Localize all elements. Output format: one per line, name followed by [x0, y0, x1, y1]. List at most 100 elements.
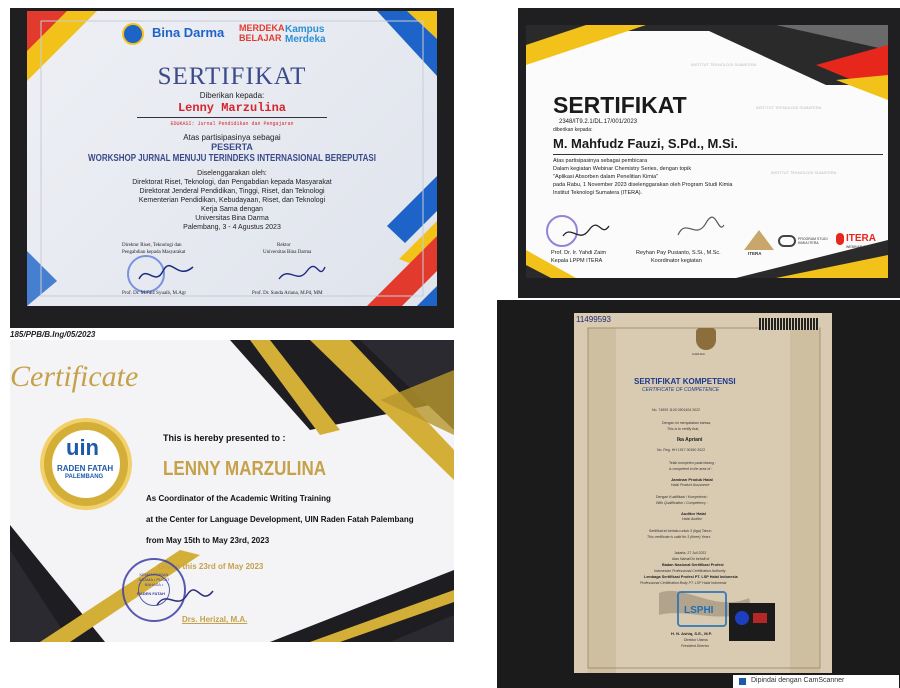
lsp-line: Lembaga Sertifikasi Profesi PT. LSP Hala…	[644, 575, 738, 579]
declare-line: Dengan ini menyatakan bahwa,	[662, 421, 712, 425]
signer-right-title: Universitas Bina Darma	[263, 250, 312, 255]
competent-line: is competent in the area of :	[669, 467, 713, 471]
certificate-kompetensi: 11499593 GARUDA SERTIFIKAT KOMPETENSI CE…	[497, 300, 900, 688]
certificate-paper: Bina Darma MERDEKA BELAJAR Kampus Merdek…	[27, 11, 437, 306]
certificate-title: Certificate	[10, 360, 139, 393]
validity-line: Sertifikat ini berlaku untuk 3 (tiga) Ta…	[649, 529, 712, 533]
cooperation-label: Kerja Sama dengan	[201, 206, 263, 213]
organizer-line: Direktorat Jenderal Pendidikan, Tinggi, …	[139, 188, 325, 195]
certificate-paper: INSTITUT TEKNOLOGI SUMATERA INSTITUT TEK…	[526, 25, 888, 278]
camscanner-icon	[739, 678, 746, 685]
qualification-label: Dengan Kualifikasi / Kompetensi :	[656, 495, 709, 499]
organizer-line: Direktorat Riset, Teknologi, dan Pengabd…	[132, 179, 332, 186]
event-title: WORKSHOP JURNAL MENUJU TERINDEKS INTERNA…	[88, 153, 376, 164]
lsp-line: Professional Certification Body PT. LSP …	[640, 581, 727, 585]
validity-line: This certificate is valid for 3 (three) …	[647, 535, 711, 539]
given-to-label: diberikan kepada:	[553, 127, 593, 133]
presented-label: This is hereby presented to :	[163, 433, 286, 443]
signature-icon	[156, 589, 214, 606]
signer-left-name: Prof. Dr. Ir. Yahdi Zaim	[551, 250, 607, 256]
signer-role: President Director	[681, 644, 710, 648]
signer-right-name: Prof. Dr. Sunda Ariana, M.Pd, MM	[252, 291, 323, 296]
garuda-emblem-icon	[696, 328, 716, 350]
qualification-value: Halal Auditor	[682, 517, 702, 521]
certificate-paper: 11499593 GARUDA SERTIFIKAT KOMPETENSI CE…	[574, 313, 832, 673]
bnsp-line: Badan Nasional Sertifikasi Profesi	[662, 563, 724, 567]
journal-label: EDUKASI: Jurnal Pendidikan dan Pengajara…	[170, 121, 294, 127]
body-line: Dalam kegiatan Webinar Chemistry Series,…	[553, 166, 692, 172]
watermark-text: INSTITUT TEKNOLOGI SUMATERA	[771, 170, 837, 175]
scanner-label: Dipindai dengan CamScanner	[751, 677, 845, 684]
signer-name: H. N. Ashiq, S.E., M.P.	[671, 631, 712, 636]
recipient-name: LENNY MARZULINA	[163, 458, 327, 480]
declare-line: This is to certify that,	[667, 427, 700, 431]
competent-line: Telah kompeten pada bidang :	[669, 461, 716, 465]
bnsp-line: Indonesian Professional Certification Au…	[654, 569, 726, 573]
area-line: Halal Product Assurance	[671, 483, 710, 487]
itera-webinar-logo: ITERA	[846, 233, 876, 244]
recipient-name: Ika Apriani	[677, 437, 703, 443]
certificate-title: SERTIFIKAT	[553, 92, 687, 118]
signer-left-role: Kepala LPPM ITERA	[551, 258, 603, 264]
serial-number: 11499593	[576, 315, 611, 324]
signature-icon	[677, 216, 725, 236]
merdeka-belajar-logo: MERDEKA BELAJAR	[239, 23, 285, 43]
signer-right-name: Reyhan Pay Pusianto, S.Si., M.Sc.	[636, 250, 721, 256]
qualification-label: With Qualification / Competency :	[656, 501, 708, 505]
registration-number: No. Reg. HH 1917 00150 2022	[657, 448, 706, 452]
certificate-number: 2348/IT9.2.1/DL.17/001/2023	[559, 119, 638, 125]
signer-right-role: Koordinator kegiatan	[651, 258, 702, 264]
signature-icon	[138, 264, 194, 280]
signer-right-title: Rektor	[277, 243, 291, 248]
onbehalf-label: Atas Nama/On behalf of	[672, 557, 710, 561]
itera-logo-icon	[744, 230, 774, 250]
body-line: Atas partisipasinya sebagai pembicara	[553, 158, 648, 164]
certificate-bina-darma: Bina Darma MERDEKA BELAJAR Kampus Merdek…	[10, 8, 454, 328]
signer-role: Direktur Utama	[684, 638, 708, 642]
organized-label: Diselenggarakan oleh:	[197, 170, 267, 177]
place-line: at the Center for Language Development, …	[146, 515, 414, 524]
signer-left-name: Prof. Dr. M.Faiz Syuaib, M.Agr	[122, 291, 187, 296]
signer-left-title: Direktur Riset, Teknologi dan	[122, 243, 182, 248]
watermark-text: INSTITUT TEKNOLOGI SUMATERA	[691, 62, 757, 67]
webinar-series-label: WEBINAR SERIES	[846, 245, 877, 249]
dates-line: from May 15th to May 23rd, 2023	[146, 536, 270, 545]
recipient-name: Lenny Marzulina	[177, 101, 287, 115]
divider	[137, 117, 327, 118]
role-label: PESERTA	[211, 142, 253, 152]
body-line: "Aplikasi Absorben dalam Penelitian Kimi…	[553, 174, 659, 180]
given-to-label: Diberikan kepada:	[199, 91, 265, 100]
place-date: Palembang, 3 - 4 Agustus 2023	[183, 224, 281, 231]
organizer-line: Kementerian Pendidikan, Kebudayaan, Rise…	[138, 197, 326, 204]
signature-icon	[562, 224, 610, 237]
signature-icon	[278, 265, 326, 280]
certificate-title: SERTIFIKAT	[157, 63, 307, 90]
photo-icon	[729, 603, 775, 641]
itera-logo-text: ITERA	[748, 251, 762, 256]
certificate-itera: INSTITUT TEKNOLOGI SUMATERA INSTITUT TEK…	[518, 8, 900, 298]
microphone-icon	[836, 233, 844, 245]
role-line: As Coordinator of the Academic Writing T…	[146, 494, 331, 503]
garuda-label: GARUDA	[692, 352, 705, 356]
uin-badge-line2: PALEMBANG	[65, 474, 104, 480]
area-line: Jaminan Produk Halal	[671, 477, 713, 482]
watermark-text: INSTITUT TEKNOLOGI SUMATERA	[756, 105, 822, 110]
reference-number: 185/PPB/B.Ing/05/2023	[10, 330, 96, 339]
university-label: Universitas Bina Darma	[195, 215, 269, 222]
kimia-logo-icon	[778, 235, 796, 247]
uin-badge-main: uin	[66, 435, 99, 460]
scanner-footer: Dipindai dengan CamScanner	[733, 675, 899, 688]
certificate-subtitle: CERTIFICATE OF COMPETENCE	[642, 387, 720, 393]
bina-darma-logo: Bina Darma	[152, 25, 225, 40]
signer-name: Drs. Herizal, M.A.	[182, 615, 248, 624]
ministry-logo-icon	[122, 23, 144, 45]
certificate-paper: Certificate uin RADEN FATAH PALEMBANG Th…	[10, 340, 454, 642]
kimia-logo-text: PROGRAM STUDI KIMIA ITERA	[798, 237, 828, 245]
recipient-name: M. Mahfudz Fauzi, S.Pd., M.Si.	[553, 136, 738, 151]
kampus-merdeka-logo: Kampus Merdeka	[285, 24, 326, 45]
signer-left-title: Pengabdian kepada Masyarakat	[122, 250, 186, 255]
divider	[553, 154, 883, 155]
certificate-title: SERTIFIKAT KOMPETENSI	[634, 377, 736, 386]
qualification-value: Auditor Halal	[681, 511, 706, 516]
body-line: Institut Teknologi Sumatera (ITERA).	[553, 190, 643, 196]
